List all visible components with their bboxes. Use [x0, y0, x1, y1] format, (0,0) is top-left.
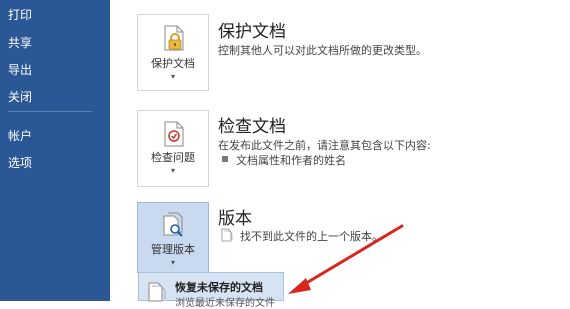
recover-unsaved-documents-menu-item[interactable]: 恢复未保存的文档 浏览最近未保存的文件: [138, 272, 284, 309]
protect-document-label: 保护文档: [151, 57, 195, 70]
nav-item-options[interactable]: 选项: [8, 154, 32, 171]
versions-title: 版本: [218, 209, 252, 229]
manage-versions-button[interactable]: 管理版本 ▾: [137, 202, 209, 273]
manage-versions-magnifier-icon: [163, 212, 183, 237]
nav-item-account[interactable]: 帐户: [8, 127, 32, 144]
chevron-down-icon: ▾: [170, 258, 175, 267]
lock-key-document-icon: [164, 25, 184, 51]
recover-unsaved-subtitle: 浏览最近未保存的文件: [175, 298, 275, 309]
recover-document-icon: [148, 282, 166, 302]
backstage-nav: 打印 共享 导出 关闭 帐户 选项: [0, 0, 110, 301]
nav-divider: [8, 111, 92, 112]
inspect-description: 在发布此文件之前，请注意其包含以下内容:: [218, 139, 431, 152]
document-small-icon: [221, 228, 233, 242]
recover-unsaved-title: 恢复未保存的文档: [175, 281, 263, 294]
nav-item-close[interactable]: 关闭: [8, 88, 32, 105]
nav-item-share[interactable]: 共享: [8, 34, 32, 51]
inspect-check-document-icon: [164, 121, 184, 147]
protect-title: 保护文档: [218, 22, 286, 42]
manage-versions-label: 管理版本: [151, 243, 195, 256]
protect-description: 控制其他人可以对此文档所做的更改类型。: [218, 44, 427, 57]
protect-document-button[interactable]: 保护文档 ▾: [137, 14, 209, 91]
inspect-bullet-item: 文档属性和作者的姓名: [236, 154, 346, 167]
check-issues-label: 检查问题: [151, 151, 195, 164]
chevron-down-icon: ▾: [170, 72, 175, 81]
bullet-icon: [222, 156, 228, 162]
red-annotation-arrow: [288, 224, 404, 294]
chevron-down-icon: ▾: [170, 166, 175, 175]
check-issues-button[interactable]: 检查问题 ▾: [137, 110, 209, 187]
inspect-title: 检查文档: [218, 117, 286, 137]
nav-item-print[interactable]: 打印: [8, 6, 32, 23]
nav-item-export[interactable]: 导出: [8, 61, 32, 78]
